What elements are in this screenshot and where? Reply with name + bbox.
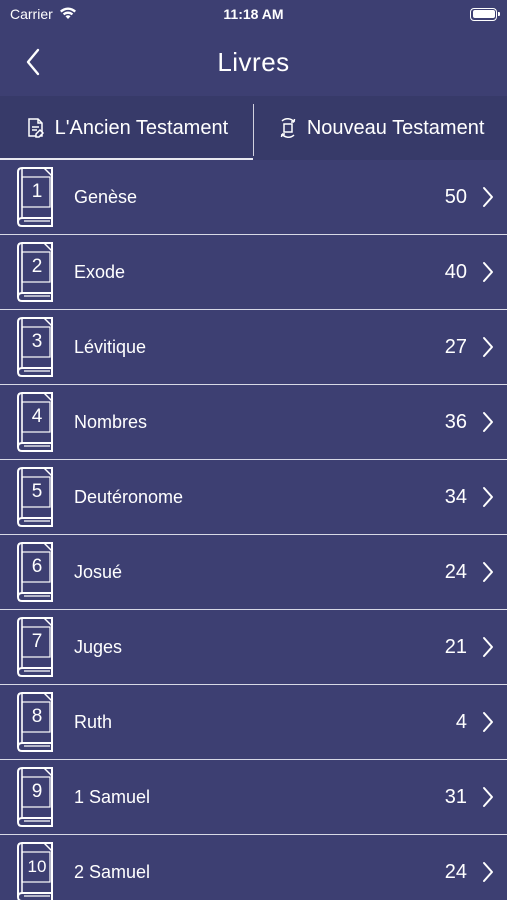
book-icon: 8 bbox=[14, 691, 56, 753]
book-row-5[interactable]: 5 Deutéronome 34 bbox=[0, 460, 507, 535]
book-row-9[interactable]: 9 1 Samuel 31 bbox=[0, 760, 507, 835]
chevron-right-icon bbox=[483, 862, 493, 882]
book-icon: 7 bbox=[14, 616, 56, 678]
chapter-count: 24 bbox=[444, 860, 467, 883]
chevron-right-icon bbox=[483, 562, 493, 582]
tab-old-testament[interactable]: L'Ancien Testament bbox=[0, 96, 253, 160]
book-number: 3 bbox=[31, 331, 43, 352]
book-icon: 10 bbox=[14, 841, 56, 900]
battery-icon bbox=[470, 7, 500, 21]
book-name: Nombres bbox=[74, 411, 148, 432]
book-name: Genèse bbox=[74, 186, 138, 207]
book-row-4[interactable]: 4 Nombres 36 bbox=[0, 385, 507, 460]
chapter-count: 27 bbox=[444, 335, 467, 358]
book-row-8[interactable]: 8 Ruth 4 bbox=[0, 685, 507, 760]
book-list: 1 Genèse 50 2 Exode 40 3 Lévitique 27 4 … bbox=[0, 160, 507, 900]
tab-new-testament-label: Nouveau Testament bbox=[306, 116, 485, 139]
book-number: 8 bbox=[31, 706, 43, 727]
book-name: Juges bbox=[74, 636, 123, 657]
chevron-right-icon bbox=[483, 262, 493, 282]
book-number: 6 bbox=[31, 556, 43, 577]
chevron-right-icon bbox=[483, 787, 493, 807]
book-icon: 9 bbox=[14, 766, 56, 828]
new-testament-icon bbox=[277, 117, 299, 139]
book-name: Lévitique bbox=[74, 336, 147, 357]
book-number: 1 bbox=[31, 181, 43, 202]
testament-tabs: L'Ancien Testament Nouveau Testament bbox=[0, 96, 507, 160]
book-row-1[interactable]: 1 Genèse 50 bbox=[0, 160, 507, 235]
book-number: 2 bbox=[31, 256, 43, 277]
book-row-6[interactable]: 6 Josué 24 bbox=[0, 535, 507, 610]
book-row-3[interactable]: 3 Lévitique 27 bbox=[0, 310, 507, 385]
chevron-left-icon bbox=[26, 48, 40, 76]
book-icon: 5 bbox=[14, 466, 56, 528]
book-name: 2 Samuel bbox=[74, 861, 151, 882]
book-number: 5 bbox=[31, 481, 43, 502]
old-testament-icon bbox=[25, 117, 47, 139]
chapter-count: 21 bbox=[444, 635, 467, 658]
chapter-count: 36 bbox=[444, 410, 467, 433]
book-row-7[interactable]: 7 Juges 21 bbox=[0, 610, 507, 685]
page-title: Livres bbox=[217, 46, 290, 77]
book-name: Deutéronome bbox=[74, 486, 184, 507]
nav-bar: Livres bbox=[0, 28, 507, 96]
book-name: Josué bbox=[74, 561, 123, 582]
status-time: 11:18 AM bbox=[223, 6, 284, 22]
back-button[interactable] bbox=[18, 46, 48, 78]
chevron-right-icon bbox=[483, 637, 493, 657]
chapter-count: 4 bbox=[455, 710, 467, 733]
book-number: 10 bbox=[27, 857, 47, 876]
status-bar: Carrier 11:18 AM bbox=[0, 0, 507, 28]
book-row-10[interactable]: 10 2 Samuel 24 bbox=[0, 835, 507, 900]
chapter-count: 50 bbox=[444, 185, 467, 208]
book-row-2[interactable]: 2 Exode 40 bbox=[0, 235, 507, 310]
book-name: Ruth bbox=[74, 711, 113, 732]
chevron-right-icon bbox=[483, 487, 493, 507]
book-icon: 3 bbox=[14, 316, 56, 378]
book-icon: 2 bbox=[14, 241, 56, 303]
book-number: 4 bbox=[31, 406, 43, 427]
chevron-right-icon bbox=[483, 412, 493, 432]
chevron-right-icon bbox=[483, 187, 493, 207]
book-icon: 4 bbox=[14, 391, 56, 453]
tab-old-testament-label: L'Ancien Testament bbox=[54, 116, 229, 139]
chapter-count: 40 bbox=[444, 260, 467, 283]
chapter-count: 31 bbox=[444, 785, 467, 808]
book-number: 9 bbox=[31, 781, 43, 802]
book-name: Exode bbox=[74, 261, 126, 282]
chevron-right-icon bbox=[483, 712, 493, 732]
chevron-right-icon bbox=[483, 337, 493, 357]
book-name: 1 Samuel bbox=[74, 786, 151, 807]
chapter-count: 34 bbox=[444, 485, 467, 508]
book-number: 7 bbox=[31, 631, 43, 652]
tab-new-testament[interactable]: Nouveau Testament bbox=[254, 96, 507, 160]
chapter-count: 24 bbox=[444, 560, 467, 583]
book-icon: 1 bbox=[14, 166, 56, 228]
book-icon: 6 bbox=[14, 541, 56, 603]
